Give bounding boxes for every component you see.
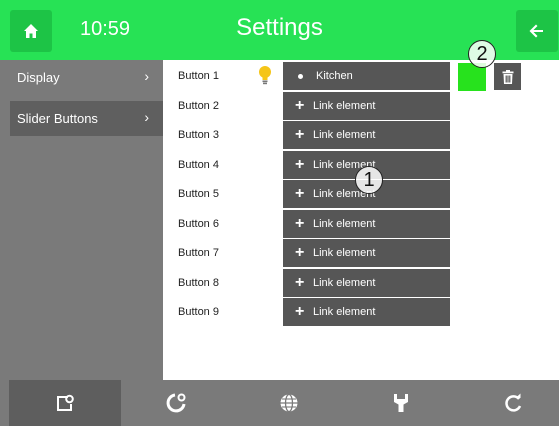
plus-icon: + — [295, 244, 305, 261]
plus-icon: + — [295, 126, 305, 143]
link-element-label: Link element — [313, 247, 376, 259]
link-element-button[interactable]: + Link element — [283, 269, 450, 297]
button-label: Button 1 — [178, 70, 219, 82]
link-element-label: Link element — [313, 100, 376, 112]
system-settings-icon — [166, 393, 186, 413]
plus-icon: + — [295, 274, 305, 291]
plus-icon: + — [295, 185, 305, 202]
plus-icon: + — [295, 303, 305, 320]
bullet-icon — [298, 73, 303, 79]
button-label: Button 6 — [178, 218, 219, 230]
sidebar: Display › Slider Buttons › — [0, 60, 163, 380]
linked-element-button[interactable]: Kitchen — [283, 62, 450, 90]
button-label: Button 3 — [178, 129, 219, 141]
link-element-label: Link element — [313, 306, 376, 318]
plus-icon: + — [295, 156, 305, 173]
home-button[interactable] — [10, 10, 52, 52]
link-element-button[interactable]: + Link element — [283, 210, 450, 238]
tab-globe[interactable] — [233, 380, 345, 426]
trash-icon — [502, 69, 513, 84]
link-element-label: Link element — [313, 277, 376, 289]
delete-button[interactable] — [494, 63, 521, 90]
callout-marker: 2 — [468, 40, 496, 68]
callout-marker: 1 — [355, 166, 383, 194]
link-element-button[interactable]: + Link element — [283, 92, 450, 120]
globe-icon — [280, 393, 298, 413]
button-label: Button 7 — [178, 247, 219, 259]
linked-element-label: Kitchen — [316, 70, 353, 82]
button-label: Button 2 — [178, 100, 219, 112]
sidebar-item-label: Display — [17, 70, 60, 85]
sidebar-item-slider-buttons[interactable]: Slider Buttons › — [10, 101, 163, 136]
chevron-right-icon: › — [144, 109, 149, 125]
back-button[interactable] — [516, 10, 558, 52]
bottom-nav — [0, 380, 559, 426]
link-element-label: Link element — [313, 129, 376, 141]
refresh-icon — [505, 393, 522, 412]
button-label: Button 5 — [178, 188, 219, 200]
link-element-button[interactable]: + Link element — [283, 239, 450, 267]
button-label: Button 9 — [178, 306, 219, 318]
tab-refresh[interactable] — [457, 380, 559, 426]
lightbulb-icon — [258, 65, 272, 90]
link-element-button[interactable]: + Link element — [283, 121, 450, 149]
link-element-label: Link element — [313, 218, 376, 230]
plus-icon: + — [295, 215, 305, 232]
wrench-icon — [394, 394, 408, 412]
tab-system-settings[interactable] — [121, 380, 233, 426]
home-icon — [24, 24, 38, 38]
arrow-left-icon — [529, 24, 543, 38]
tab-tools[interactable] — [345, 380, 457, 426]
button-label: Button 8 — [178, 277, 219, 289]
sidebar-item-label: Slider Buttons — [17, 111, 98, 126]
button-label: Button 4 — [178, 159, 219, 171]
room-settings-icon — [57, 394, 74, 411]
sidebar-item-display[interactable]: Display › — [10, 60, 163, 95]
tab-room-settings[interactable] — [9, 380, 121, 426]
plus-icon: + — [295, 97, 305, 114]
clock-time: 10:59 — [80, 18, 131, 40]
chevron-right-icon: › — [144, 68, 149, 84]
link-element-button[interactable]: + Link element — [283, 298, 450, 326]
